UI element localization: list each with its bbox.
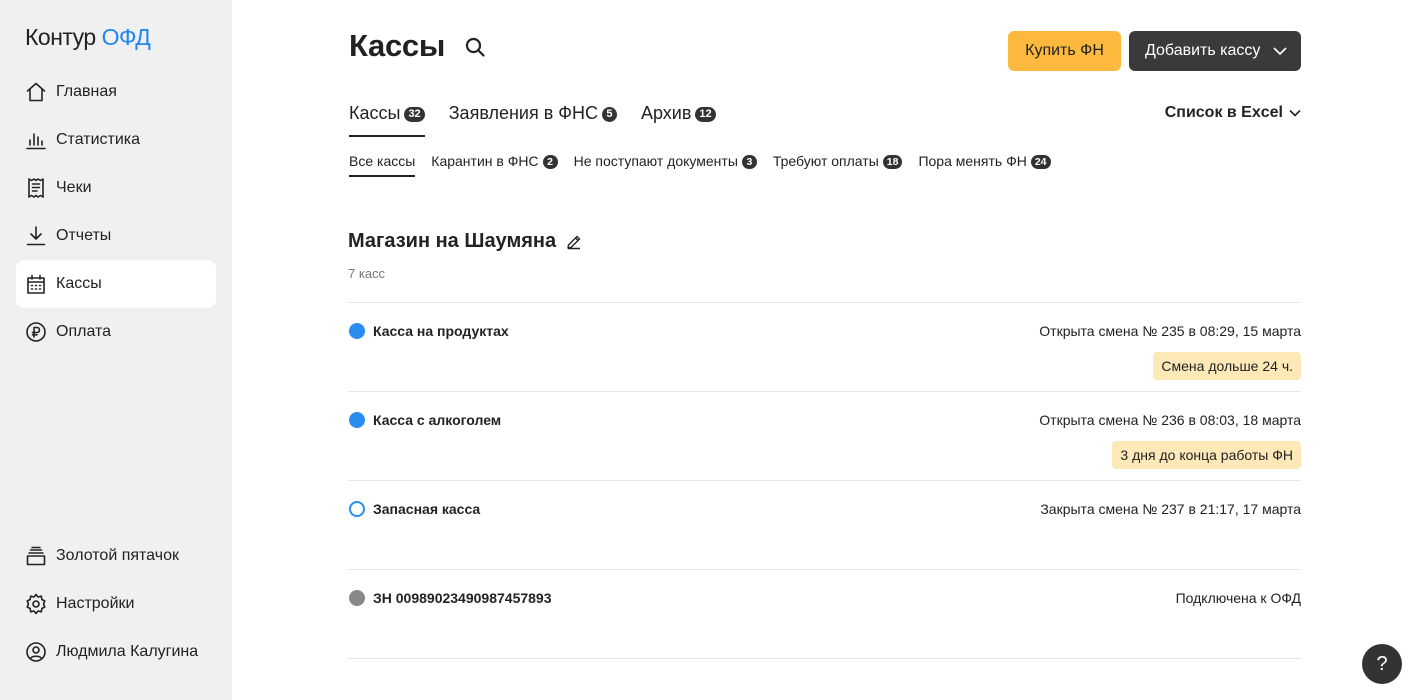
status-dot-open [349, 412, 365, 428]
tabs: Кассы 32 Заявления в ФНС 5 Архив 12 [349, 98, 740, 137]
sidebar-item-label: Статистика [56, 131, 141, 148]
tab-count-badge: 5 [601, 107, 617, 122]
subtab-no-documents[interactable]: Не поступают документы 3 [574, 153, 757, 177]
tab-label: Кассы [349, 103, 401, 123]
register-name: ЗН 00989023490987457893 [373, 590, 552, 606]
list-item[interactable]: ЗН 00989023490987457893 Подключена к ОФД [348, 570, 1301, 659]
register-name: Касса на продуктах [373, 323, 509, 339]
register-list: Касса на продуктах Открыта смена № 235 в… [348, 302, 1301, 659]
tab-count-badge: 32 [404, 107, 425, 122]
gear-icon [25, 593, 47, 615]
help-button[interactable]: ? [1362, 644, 1402, 684]
warning-badge: 3 дня до конца работы ФН [1112, 441, 1301, 469]
sidebar-bottom-nav: Золотой пятачок Настройки Людмила Калуги… [16, 532, 216, 676]
sidebar-item-label: Людмила Калугина [56, 643, 199, 660]
add-register-button[interactable]: Добавить кассу [1129, 31, 1301, 71]
sidebar-item-receipts[interactable]: Чеки [16, 164, 216, 212]
calendar-register-icon [25, 273, 47, 295]
sidebar-item-settings[interactable]: Настройки [16, 580, 216, 628]
sidebar-item-label: Кассы [56, 275, 102, 292]
subtab-count-badge: 18 [882, 155, 903, 169]
download-icon [25, 225, 47, 247]
sidebar-item-user[interactable]: Людмила Калугина [16, 628, 216, 676]
subtab-label: Все кассы [349, 153, 416, 169]
edit-store-button[interactable] [566, 234, 582, 250]
excel-export-dropdown[interactable]: Список в Excel [1165, 104, 1301, 122]
status-dot-open [349, 323, 365, 339]
sidebar-item-registers[interactable]: Кассы [16, 260, 216, 308]
subtab-label: Не поступают документы [573, 153, 738, 169]
coins-icon [25, 545, 47, 567]
sidebar-item-statistics[interactable]: Статистика [16, 116, 216, 164]
sidebar-item-label: Отчеты [56, 227, 112, 244]
tab-registers[interactable]: Кассы 32 [349, 98, 425, 137]
store-name: Магазин на Шаумяна [348, 230, 557, 252]
tab-count-badge: 12 [695, 107, 716, 122]
warning-badge: Смена дольше 24 ч. [1153, 352, 1301, 380]
buy-fn-button[interactable]: Купить ФН [1008, 31, 1121, 71]
filter-subtabs: Все кассы Карантин в ФНС 2 Не поступают … [349, 153, 1067, 177]
subtab-require-payment[interactable]: Требуют оплаты 18 [773, 153, 903, 177]
sidebar-item-label: Золотой пятачок [56, 547, 179, 564]
chevron-down-icon [1273, 47, 1287, 56]
subtab-count-badge: 24 [1030, 155, 1051, 169]
sidebar-item-reports[interactable]: Отчеты [16, 212, 216, 260]
sidebar-item-label: Чеки [56, 179, 92, 196]
subtab-all-registers[interactable]: Все кассы [349, 153, 416, 177]
status-dot-closed [349, 501, 365, 517]
logo-text-kontur: Контур [25, 24, 96, 50]
shift-status: Открыта смена № 236 в 08:03, 18 марта [1039, 412, 1301, 428]
logo-text-ofd: ОФД [101, 24, 151, 50]
sidebar-item-golden-coin[interactable]: Золотой пятачок [16, 532, 216, 580]
subtab-count-badge: 3 [741, 155, 757, 169]
page-title: Кассы [349, 28, 445, 63]
ruble-icon [25, 321, 47, 343]
home-icon [25, 81, 47, 103]
shift-status: Закрыта смена № 237 в 21:17, 17 марта [1040, 501, 1301, 517]
logo[interactable]: Контур ОФД [25, 24, 151, 51]
sidebar-nav: Главная Статистика Чеки Отчеты Кассы Опл… [16, 68, 216, 356]
subtab-fns-quarantine[interactable]: Карантин в ФНС 2 [431, 153, 558, 177]
search-icon [465, 37, 485, 57]
tab-archive[interactable]: Архив 12 [641, 98, 716, 137]
subtab-label: Карантин в ФНС [431, 153, 539, 169]
tab-label: Архив [640, 103, 692, 123]
sidebar: Контур ОФД Главная Статистика Чеки Отчет… [0, 0, 232, 700]
list-item[interactable]: Касса на продуктах Открыта смена № 235 в… [348, 303, 1301, 392]
sidebar-item-home[interactable]: Главная [16, 68, 216, 116]
sidebar-item-label: Настройки [56, 595, 135, 612]
register-name: Запасная касса [373, 501, 481, 517]
user-icon [25, 641, 47, 663]
chevron-down-icon [1289, 109, 1301, 117]
tab-fns-applications[interactable]: Заявления в ФНС 5 [449, 98, 617, 137]
store-register-count: 7 касс [348, 266, 386, 281]
bar-chart-icon [25, 129, 47, 151]
sidebar-item-label: Оплата [56, 323, 112, 340]
sidebar-item-label: Главная [56, 83, 117, 100]
receipt-icon [25, 177, 47, 199]
list-item[interactable]: Касса с алкоголем Открыта смена № 236 в … [348, 392, 1301, 481]
pencil-icon [567, 235, 581, 249]
search-button[interactable] [464, 36, 488, 60]
subtab-replace-fn[interactable]: Пора менять ФН 24 [918, 153, 1051, 177]
status-dot-connected [349, 590, 365, 606]
store-title: Магазин на Шаумяна [348, 230, 582, 253]
shift-status: Подключена к ОФД [1175, 590, 1301, 606]
add-register-label: Добавить кассу [1145, 42, 1261, 59]
sidebar-item-payment[interactable]: Оплата [16, 308, 216, 356]
excel-export-label: Список в Excel [1164, 104, 1283, 121]
register-name: Касса с алкоголем [373, 412, 502, 428]
subtab-count-badge: 2 [542, 155, 558, 169]
list-item[interactable]: Запасная касса Закрыта смена № 237 в 21:… [348, 481, 1301, 570]
shift-status: Открыта смена № 235 в 08:29, 15 марта [1039, 323, 1301, 339]
subtab-label: Пора менять ФН [918, 153, 1027, 169]
subtab-label: Требуют оплаты [772, 153, 879, 169]
tab-label: Заявления в ФНС [448, 103, 598, 123]
